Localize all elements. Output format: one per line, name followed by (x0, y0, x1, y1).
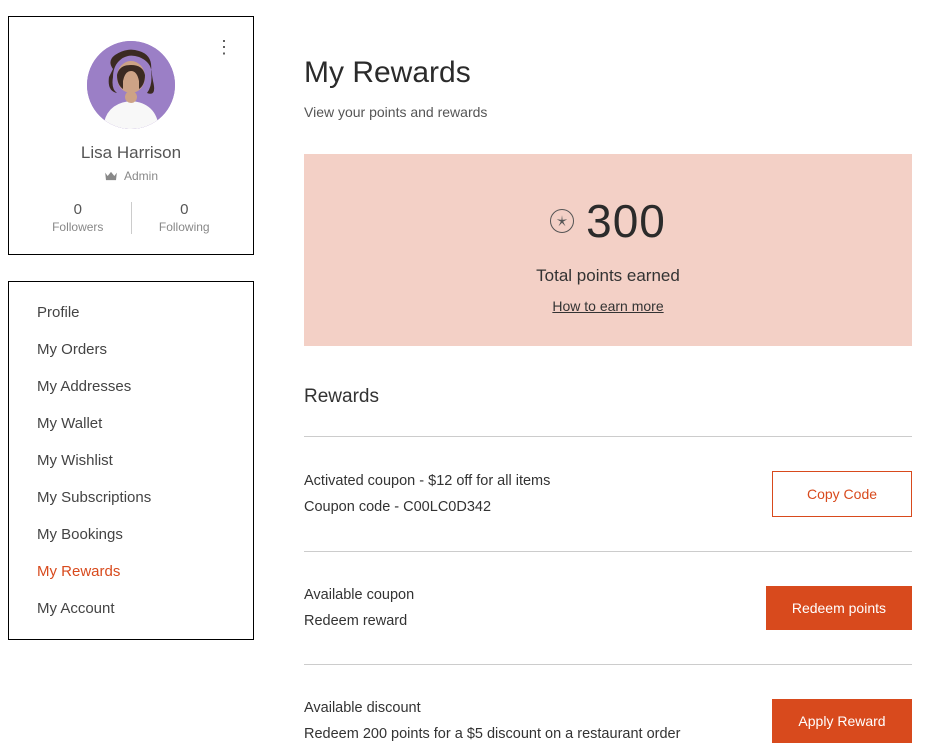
points-value: 300 (586, 194, 666, 248)
crown-icon (104, 171, 118, 181)
points-banner: 300 Total points earned How to earn more (304, 154, 912, 346)
sidebar-item-my-bookings[interactable]: My Bookings (9, 516, 253, 553)
followers-label: Followers (25, 220, 131, 234)
following-stat[interactable]: 0 Following (132, 201, 238, 234)
profile-role: Admin (25, 169, 237, 183)
following-label: Following (132, 220, 238, 234)
avatar[interactable] (87, 41, 175, 129)
stats-row: 0 Followers 0 Following (25, 201, 237, 234)
reward-row-available-coupon: Available coupon Redeem reward Redeem po… (304, 551, 912, 664)
reward-sub: Redeem reward (304, 613, 766, 629)
reward-row-activated-coupon: Activated coupon - $12 off for all items… (304, 436, 912, 551)
profile-role-label: Admin (124, 169, 158, 183)
apply-reward-button[interactable]: Apply Reward (772, 699, 912, 743)
page-subtitle: View your points and rewards (304, 104, 912, 120)
followers-stat[interactable]: 0 Followers (25, 201, 131, 234)
reward-title: Activated coupon - $12 off for all items (304, 473, 772, 489)
sidebar-item-my-wallet[interactable]: My Wallet (9, 405, 253, 442)
followers-count: 0 (25, 201, 131, 218)
sidebar-item-my-account[interactable]: My Account (9, 590, 253, 627)
sidebar-item-my-wishlist[interactable]: My Wishlist (9, 442, 253, 479)
page-title: My Rewards (304, 56, 912, 90)
sidebar-item-my-subscriptions[interactable]: My Subscriptions (9, 479, 253, 516)
profile-name: Lisa Harrison (25, 143, 237, 163)
sidebar-item-profile[interactable]: Profile (9, 294, 253, 331)
points-label: Total points earned (324, 266, 892, 286)
reward-sub: Coupon code - C00LC0D342 (304, 499, 772, 515)
reward-title: Available discount (304, 700, 772, 716)
reward-row-available-discount: Available discount Redeem 200 points for… (304, 664, 912, 743)
copy-code-button[interactable]: Copy Code (772, 471, 912, 517)
reward-title: Available coupon (304, 587, 766, 603)
star-icon (550, 209, 574, 233)
sidebar-item-my-rewards[interactable]: My Rewards (9, 553, 253, 590)
how-to-earn-link[interactable]: How to earn more (552, 298, 663, 314)
sidebar-item-my-addresses[interactable]: My Addresses (9, 368, 253, 405)
rewards-heading: Rewards (304, 386, 912, 408)
sidebar-item-my-orders[interactable]: My Orders (9, 331, 253, 368)
more-options-icon[interactable]: ⋮ (215, 43, 233, 52)
redeem-points-button[interactable]: Redeem points (766, 586, 912, 630)
reward-sub: Redeem 200 points for a $5 discount on a… (304, 726, 772, 742)
sidebar-nav: Profile My Orders My Addresses My Wallet… (8, 281, 254, 640)
following-count: 0 (132, 201, 238, 218)
profile-card: ⋮ Lisa Harrison Admin 0 Followers (8, 16, 254, 255)
